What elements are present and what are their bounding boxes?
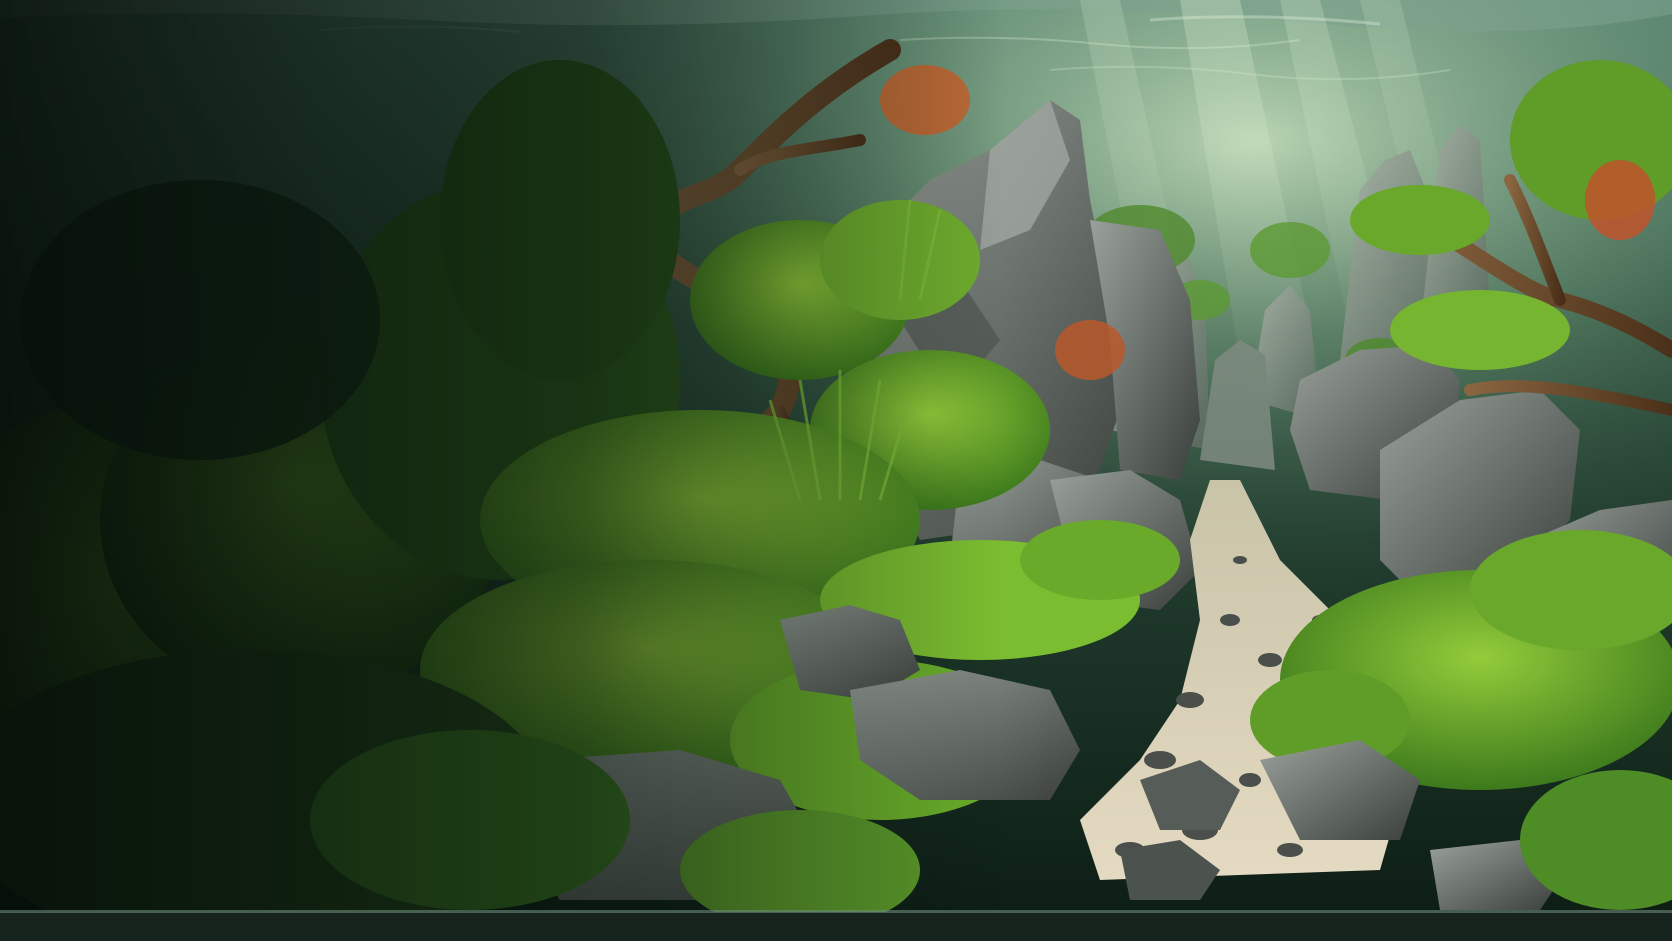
left-vignette xyxy=(0,0,1672,941)
glass-edge-highlight xyxy=(0,910,1672,913)
aquascape-illustration xyxy=(0,0,1672,941)
aquascape-photo xyxy=(0,0,1672,941)
tank-bottom-edge xyxy=(0,912,1672,941)
